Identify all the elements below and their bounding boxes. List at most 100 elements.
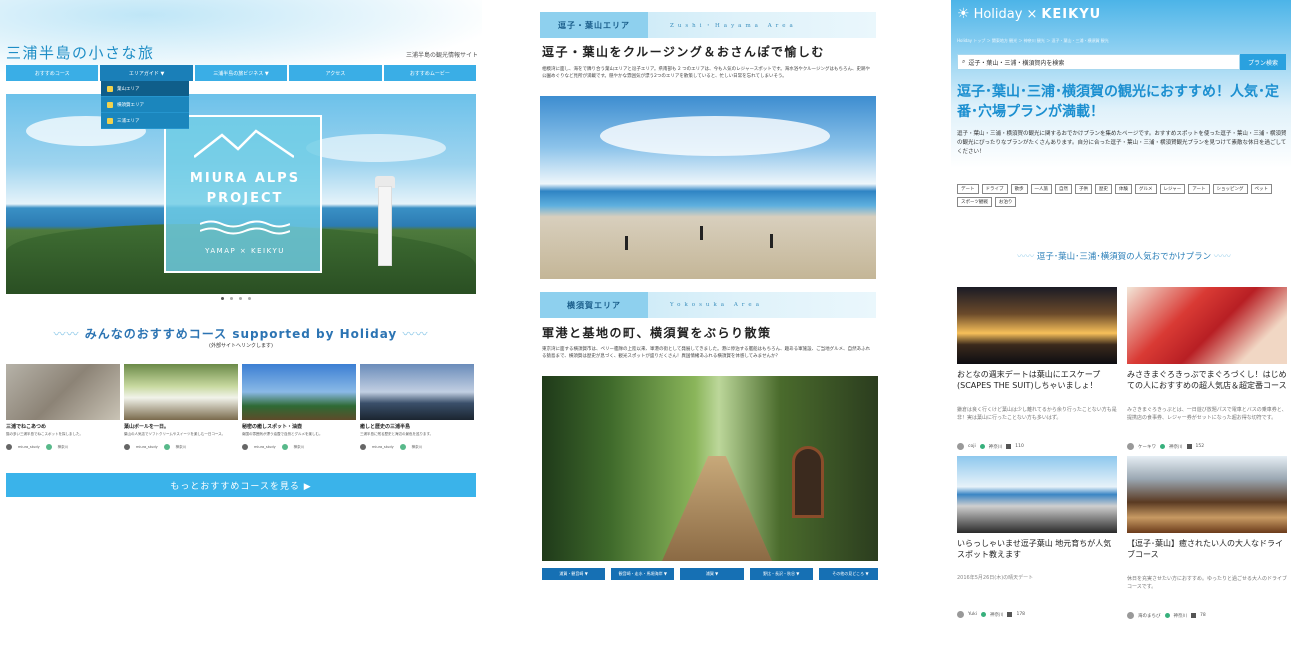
tag-chip[interactable]: ドライブ xyxy=(981,184,1008,194)
area-description: 東京湾に面する横須賀市は、ペリー艦隊の上陸以来、軍港の街として発展してきました。… xyxy=(542,347,871,359)
plan-user[interactable]: ケーキワ xyxy=(1138,444,1156,450)
breadcrumb[interactable]: Holiday トップ ＞ 関東地方 観光 ＞ 神奈川 観光 ＞ 逗子・葉山・三… xyxy=(957,38,1109,44)
nav-business[interactable]: 三浦半島の旅ビジネス ▼ xyxy=(194,65,288,81)
dropdown-item-yokosuka[interactable]: 横須賀エリア xyxy=(101,97,189,113)
plan-image[interactable] xyxy=(1127,287,1287,364)
card-user[interactable]: miura_study xyxy=(18,445,40,449)
plan-card[interactable]: いらっしゃいませ逗子葉山 地元育ちが人気スポット教えます 2016年5月26日(… xyxy=(957,456,1117,619)
plan-card[interactable]: 【逗子･葉山】癒されたい人の大人なドライブコース 休日を充実させたい方におすすめ… xyxy=(1127,456,1287,619)
tag-chip[interactable]: スポーツ観戦 xyxy=(957,197,992,207)
wooden-walkway xyxy=(662,456,772,561)
course-card[interactable]: 三浦でねこあつめ 猫の多い三浦半島でねこスポットを探しました。 miura_st… xyxy=(6,364,120,450)
tag-chip[interactable]: ショッピング xyxy=(1212,184,1248,194)
plan-title[interactable]: おとなの週末デートは葉山にエスケープ(SCAPES THE SUIT)しちゃいま… xyxy=(957,369,1117,403)
plan-card[interactable]: おとなの週末デートは葉山にエスケープ(SCAPES THE SUIT)しちゃいま… xyxy=(957,287,1117,450)
plan-meta: 海のまちび 神奈川 78 xyxy=(1127,612,1287,619)
hero-slideshow[interactable]: MIURA ALPS PROJECT YAMAP × KEIKYU xyxy=(6,94,476,294)
site-title[interactable]: 三浦半島の小さな旅 xyxy=(6,42,155,63)
area-icon xyxy=(107,101,113,108)
tag-chip[interactable]: 一人旅 xyxy=(1030,184,1052,194)
sub-area-button[interactable]: 浦賀・観音崎 ▼ xyxy=(542,568,606,580)
nav-access[interactable]: アクセス xyxy=(289,65,382,81)
tag-chip[interactable]: 自然 xyxy=(1055,184,1072,194)
slide-dot[interactable] xyxy=(239,297,242,300)
course-card[interactable]: 癒しと歴史の三浦半島 三浦半島に残る歴史と海辺の景色を巡ります。 miura_s… xyxy=(360,364,474,450)
card-user[interactable]: miura_study xyxy=(372,445,394,449)
course-card-title[interactable]: 葉山ボールを一日。 xyxy=(124,423,238,430)
plan-user[interactable]: 海のまちび xyxy=(1138,613,1161,619)
plan-pref: 神奈川 xyxy=(1169,444,1183,450)
nav-movies[interactable]: おすすめムービー xyxy=(383,65,477,81)
section-title: 〰〰 みんなのおすすめコース supported by Holiday 〰〰 xyxy=(0,325,482,342)
tag-chip[interactable]: 体験 xyxy=(1115,184,1132,194)
slide-indicator xyxy=(221,297,251,300)
course-card-image[interactable] xyxy=(360,364,474,420)
course-card-image[interactable] xyxy=(242,364,356,420)
tag-chip[interactable]: 歴史 xyxy=(1095,184,1112,194)
course-card-title[interactable]: 三浦でねこあつめ xyxy=(6,423,120,430)
location-pin-icon xyxy=(45,444,52,450)
plan-count: 178 xyxy=(1016,612,1026,617)
brand-logo[interactable]: ☀ Holiday × KEIKYU xyxy=(957,6,1101,22)
card-pref: 神奈川 xyxy=(411,444,423,449)
nav-recommended-courses[interactable]: おすすめコース xyxy=(6,65,99,81)
dropdown-label: 三浦エリア xyxy=(117,118,140,124)
plan-text: 休日を充実させたい方におすすめ。ゆったりと過ごせる大人のドライブコースです。 xyxy=(1127,576,1287,590)
slide-dot[interactable] xyxy=(248,297,251,300)
slide-dot[interactable] xyxy=(230,297,233,300)
course-card-title[interactable]: 秘密の癒しスポット・油壺 xyxy=(242,423,356,430)
dropdown-item-hayama[interactable]: 葉山エリア xyxy=(101,81,189,97)
plan-count: 78 xyxy=(1200,613,1206,618)
tag-chip[interactable]: 散歩 xyxy=(1010,184,1028,194)
dropdown-item-miura[interactable]: 三浦エリア xyxy=(101,113,189,129)
course-card[interactable]: 秘密の癒しスポット・油壺 南国の雰囲気が漂う油壺で自然とグルメを楽しむ。 miu… xyxy=(242,364,356,450)
miura-site-panel: 三浦半島の小さな旅 三浦半島の観光情報サイト おすすめコース エリアガイド ▼ … xyxy=(0,0,482,646)
course-card-image[interactable] xyxy=(6,364,120,420)
area-icon xyxy=(107,85,113,92)
sub-area-button[interactable]: 野比・長沢・秋谷 ▼ xyxy=(749,568,813,580)
plan-image[interactable] xyxy=(957,456,1117,533)
person-figure xyxy=(700,226,703,240)
nav-area-guide[interactable]: エリアガイド ▼ xyxy=(100,65,193,81)
plan-meta: Yuki 神奈川 178 xyxy=(957,611,1117,618)
plan-user[interactable]: coji xyxy=(968,444,976,449)
plan-pref: 神奈川 xyxy=(1173,613,1188,619)
bookmark-icon xyxy=(1191,613,1196,618)
sub-area-button[interactable]: その他の見どころ ▼ xyxy=(818,568,878,580)
page-intro: 逗子・葉山・三浦・横須賀の観光に関するおでかけプランを集めたページです。おすすめ… xyxy=(957,131,1287,155)
tag-chip[interactable]: デート xyxy=(957,184,979,194)
card-pref: 神奈川 xyxy=(293,444,305,449)
sarushima-tunnel-photo xyxy=(542,376,878,561)
more-courses-button[interactable]: もっとおすすめコースを見る ▶ xyxy=(6,473,476,497)
tag-chip[interactable]: お泊り xyxy=(994,197,1017,207)
course-card-image[interactable] xyxy=(124,364,238,420)
plan-title[interactable]: みさきまぐろきっぷでまぐろづくし！はじめての人におすすめの超人気店＆超定番コース xyxy=(1127,369,1287,403)
plan-image[interactable] xyxy=(957,287,1117,364)
sub-area-button[interactable]: 浦賀 ▼ xyxy=(680,568,744,580)
tag-chip[interactable]: 子供 xyxy=(1075,184,1092,194)
tag-chip[interactable]: ペット xyxy=(1250,184,1273,194)
tag-chip[interactable]: アート xyxy=(1188,184,1210,194)
course-card-title[interactable]: 癒しと歴史の三浦半島 xyxy=(360,423,474,430)
wave-decoration-icon: 〰〰 xyxy=(1017,252,1035,262)
person-figure xyxy=(625,236,628,250)
popular-plans-title: 〰〰 逗子･葉山･三浦･横須賀の人気おでかけプラン 〰〰 xyxy=(957,250,1291,262)
plan-image[interactable] xyxy=(1127,456,1287,533)
tag-chip[interactable]: グルメ xyxy=(1135,184,1157,194)
card-user[interactable]: miura_study xyxy=(254,445,276,449)
plan-search-button[interactable]: プラン検索 xyxy=(1240,54,1286,70)
plan-pref: 神奈川 xyxy=(989,612,1004,618)
course-card[interactable]: 葉山ボールを一日。 葉山の人気店でソフトクリームやスイーツを楽しむ一日コース。 … xyxy=(124,364,238,450)
area-banner-zushi-hayama: 逗子・葉山エリア Zushi・Hayama Area xyxy=(540,12,876,38)
slide-dot[interactable] xyxy=(221,297,224,300)
plan-card[interactable]: みさきまぐろきっぷでまぐろづくし！はじめての人におすすめの超人気店＆超定番コース… xyxy=(1127,287,1287,450)
avatar xyxy=(1127,443,1134,450)
card-user[interactable]: miura_study xyxy=(136,445,158,449)
tag-chip[interactable]: レジャー xyxy=(1159,184,1186,194)
avatar xyxy=(957,611,964,618)
sub-area-button[interactable]: 観音崎・走水・馬堀海岸 ▼ xyxy=(611,568,675,580)
plan-title[interactable]: 【逗子･葉山】癒されたい人の大人なドライブコース xyxy=(1127,538,1287,572)
search-input[interactable]: ⌕ 逗子・葉山・三浦・横須賀内を検索 xyxy=(957,54,1240,70)
plan-user[interactable]: Yuki xyxy=(968,612,977,617)
plan-title[interactable]: いらっしゃいませ逗子葉山 地元育ちが人気スポット教えます xyxy=(957,538,1117,572)
